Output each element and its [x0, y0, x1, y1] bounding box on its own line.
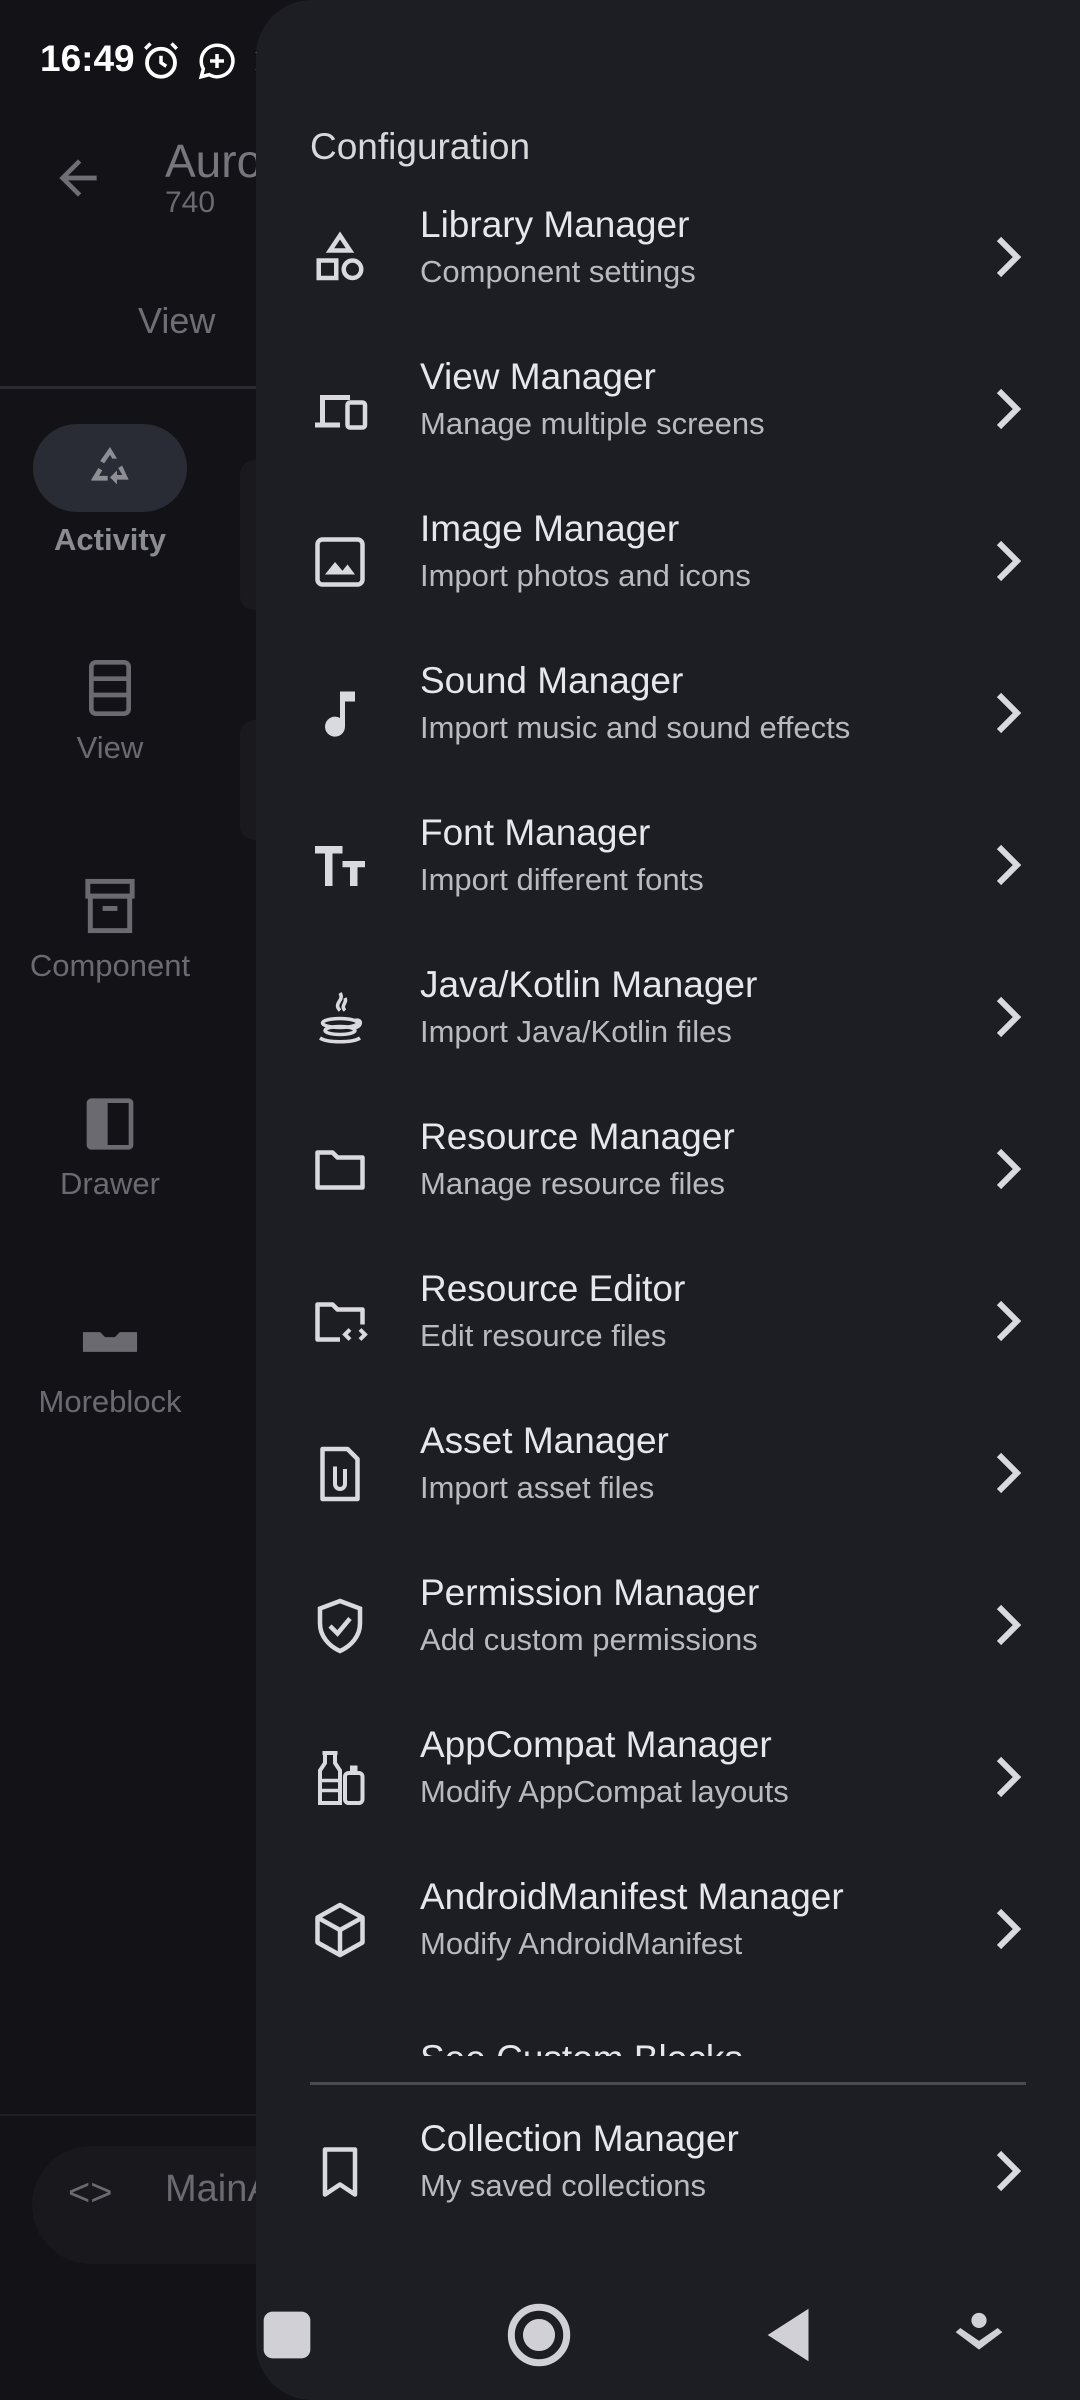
recents-square-icon[interactable]	[252, 2300, 322, 2370]
chevron-right-icon	[996, 236, 1022, 278]
image-icon	[315, 537, 365, 587]
home-circle-icon[interactable]	[504, 2300, 574, 2370]
menu-item-title: Resource Editor	[420, 1268, 686, 1309]
shield-check-icon	[317, 1598, 363, 1654]
folder-icon	[315, 1150, 365, 1190]
menu-item-font-manager[interactable]: Font Manager Import different fonts	[256, 792, 1080, 942]
menu-item-subtitle: Edit resource files	[420, 1318, 667, 1353]
tab-view[interactable]: View	[138, 300, 215, 342]
menu-item-subtitle: Add custom permissions	[420, 1622, 758, 1657]
menu-item-view-manager[interactable]: View Manager Manage multiple screens	[256, 336, 1080, 486]
menu-item-title: Resource Manager	[420, 1116, 735, 1157]
menu-item-title: See Custom Blocks	[420, 2038, 743, 2056]
menu-item-subtitle: Manage multiple screens	[420, 406, 765, 441]
devices-icon	[315, 395, 368, 430]
bottles-icon	[318, 1751, 365, 1805]
attachment-file-icon	[320, 1446, 360, 1502]
recycle-icon	[91, 447, 129, 485]
menu-item-subtitle: Import different fonts	[420, 862, 704, 897]
java-icon	[319, 992, 363, 1044]
music-note-icon	[325, 691, 355, 737]
back-triangle-icon[interactable]	[756, 2300, 826, 2370]
rail-item-component[interactable]: Component	[0, 874, 220, 984]
menu-item-subtitle: Manage resource files	[420, 1166, 725, 1201]
whatsapp-icon	[198, 43, 235, 80]
chevron-right-icon	[996, 692, 1022, 734]
menu-item-title: AppCompat Manager	[420, 1724, 772, 1765]
moreblock-icon	[82, 1332, 138, 1352]
text-size-icon	[315, 846, 365, 886]
menu-item-title: Font Manager	[420, 812, 651, 853]
keyboard-hide-icon[interactable]	[944, 2300, 1014, 2370]
chevron-right-icon	[996, 996, 1022, 1038]
menu-item-subtitle: Import asset files	[420, 1470, 655, 1505]
menu-item-title: Library Manager	[420, 204, 690, 245]
chevron-right-icon	[996, 2150, 1022, 2192]
menu-item-custom-blocks[interactable]: See Custom Blocks	[256, 2030, 1080, 2056]
alarm-icon	[144, 42, 178, 79]
menu-item-title: Image Manager	[420, 508, 680, 549]
system-navigation-bar	[0, 2290, 1080, 2400]
rail-label: Activity	[54, 522, 166, 557]
menu-item-title: View Manager	[420, 356, 656, 397]
project-title: Auro	[165, 135, 263, 187]
rail-item-drawer[interactable]: Drawer	[0, 1092, 220, 1202]
code-icon: <>	[68, 2172, 113, 2214]
menu-item-resource-editor[interactable]: Resource Editor Edit resource files	[256, 1248, 1080, 1398]
chevron-right-icon	[996, 1756, 1022, 1798]
back-arrow-icon[interactable]	[50, 150, 106, 206]
chevron-right-icon	[996, 1300, 1022, 1342]
archive-icon	[85, 878, 135, 934]
chevron-right-icon	[996, 1604, 1022, 1646]
rail-label: Drawer	[60, 1166, 160, 1201]
menu-item-title: Collection Manager	[420, 2118, 739, 2159]
chevron-right-icon	[996, 1452, 1022, 1494]
menu-item-permission-manager[interactable]: Permission Manager Add custom permission…	[256, 1552, 1080, 1702]
menu-item-appcompat-manager[interactable]: AppCompat Manager Modify AppCompat layou…	[256, 1704, 1080, 1854]
menu-item-subtitle: Import music and sound effects	[420, 710, 851, 745]
menu-item-subtitle: Modify AppCompat layouts	[420, 1774, 789, 1809]
menu-item-title: Asset Manager	[420, 1420, 669, 1461]
rail-item-view[interactable]: View	[0, 656, 220, 766]
menu-item-subtitle: Modify AndroidManifest	[420, 1926, 743, 1961]
menu-item-subtitle: My saved collections	[420, 2168, 707, 2203]
menu-item-image-manager[interactable]: Image Manager Import photos and icons	[256, 488, 1080, 638]
menu-item-subtitle: Component settings	[420, 254, 696, 289]
menu-item-asset-manager[interactable]: Asset Manager Import asset files	[256, 1400, 1080, 1550]
rail-label: View	[76, 730, 144, 765]
chevron-right-icon	[996, 388, 1022, 430]
drawer-icon	[86, 1098, 134, 1150]
chevron-right-icon	[996, 1908, 1022, 1950]
menu-item-library-manager[interactable]: Library Manager Component settings	[256, 184, 1080, 334]
menu-item-subtitle: Import photos and icons	[420, 558, 751, 593]
divider	[310, 2082, 1026, 2085]
menu-item-title: Java/Kotlin Manager	[420, 964, 758, 1005]
menu-item-sound-manager[interactable]: Sound Manager Import music and sound eff…	[256, 640, 1080, 790]
bookmark-icon	[322, 2147, 358, 2197]
menu-item-androidmanifest-manager[interactable]: AndroidManifest Manager Modify AndroidMa…	[256, 1856, 1080, 2006]
project-id: 740	[165, 186, 216, 219]
configuration-drawer: Configuration Library Manager Component …	[256, 0, 1080, 2400]
drawer-header: Configuration	[310, 126, 531, 167]
menu-item-subtitle: Import Java/Kotlin files	[420, 1014, 732, 1049]
rail-label: Moreblock	[38, 1384, 182, 1419]
shapes-icon	[316, 231, 364, 281]
folder-code-icon	[315, 1302, 368, 1342]
view-list-icon	[89, 660, 131, 716]
status-time: 16:49	[40, 38, 135, 79]
cube-icon	[315, 1902, 365, 1958]
menu-item-java-kotlin-manager[interactable]: Java/Kotlin Manager Import Java/Kotlin f…	[256, 944, 1080, 1094]
menu-item-title: Sound Manager	[420, 660, 684, 701]
rail-item-moreblock[interactable]: Moreblock	[0, 1310, 220, 1420]
menu-item-collection-manager[interactable]: Collection Manager My saved collections	[256, 2098, 1080, 2248]
rail-item-activity[interactable]: Activity	[0, 424, 220, 558]
menu-item-title: AndroidManifest Manager	[420, 1876, 844, 1917]
chevron-right-icon	[996, 844, 1022, 886]
chevron-right-icon	[996, 540, 1022, 582]
chevron-right-icon	[996, 1148, 1022, 1190]
rail-label: Component	[29, 948, 191, 983]
menu-item-title: Permission Manager	[420, 1572, 760, 1613]
menu-item-resource-manager[interactable]: Resource Manager Manage resource files	[256, 1096, 1080, 1246]
